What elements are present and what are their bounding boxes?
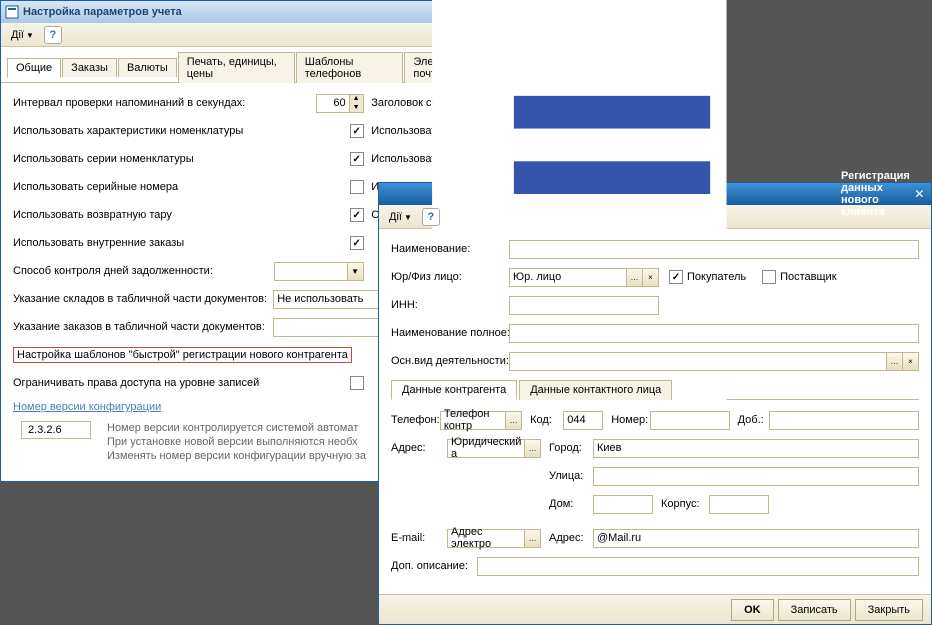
fullname-input[interactable] [509,324,919,343]
limit-access-checkbox[interactable] [350,376,364,390]
phone-type-select[interactable]: Телефон контр… [440,411,522,430]
code-label: Код: [530,414,563,426]
code-input[interactable] [563,411,603,430]
tab-general[interactable]: Общие [7,58,61,78]
clear-icon[interactable]: × [642,269,658,286]
version-notes: Номер версии контролируется системой авт… [107,421,366,463]
close-button[interactable]: ✕ [912,186,927,202]
ellipsis-icon[interactable]: … [524,440,540,457]
type-select[interactable]: Юр. лицо…× [509,268,659,287]
return-tare-label: Использовать возвратную тару [13,209,172,221]
close-button[interactable]: Закрыть [855,599,923,621]
addr-type-select[interactable]: Юридический а… [447,439,541,458]
name-label: Наименование: [391,243,509,255]
ext-label: Доб.: [738,414,769,426]
ok-button[interactable]: OK [731,599,774,621]
desc-label: Доп. описание: [391,560,477,572]
version-value: 2.3.2.6 [21,421,91,439]
spin-down[interactable]: ▼ [350,103,363,112]
use-serial-label: Использовать серийные номера [13,181,178,193]
limit-access-label: Ограничивать права доступа на уровне зап… [13,377,259,389]
orders-doc-label: Указание заказов в табличной части докум… [13,321,265,333]
warehouses-doc-label: Указание складов в табличной части докум… [13,293,267,305]
house-label: Дом: [549,498,593,510]
email-addr-label: Адрес: [549,532,593,544]
buyer-label: Покупатель [687,271,746,283]
return-tare-checkbox[interactable] [350,208,364,222]
help-button[interactable]: ? [44,26,62,44]
fullname-label: Наименование полное: [391,327,509,339]
type-label: Юр/Физ лицо: [391,271,509,283]
tab-contact-data[interactable]: Данные контактного лица [519,380,672,400]
addr-label: Адрес: [391,442,447,454]
use-char-label: Использовать характеристики номенклатуры [13,125,243,137]
use-series-label: Использовать серии номенклатуры [13,153,194,165]
save-button[interactable]: Записать [778,599,851,621]
use-char-checkbox[interactable] [350,124,364,138]
building-label: Корпус: [661,498,709,510]
ellipsis-icon[interactable]: … [626,269,642,286]
actions-menu[interactable]: Дії▼ [5,27,40,43]
ellipsis-icon[interactable]: … [524,530,540,547]
debt-control-select[interactable]: ▼ [274,262,364,281]
registration-window: Регистрация данных нового клиента ✕ Дії▼… [378,182,932,625]
desc-input[interactable] [477,557,919,576]
help-button[interactable]: ? [422,208,440,226]
actions-menu[interactable]: Дії▼ [383,209,418,225]
ext-input[interactable] [769,411,919,430]
use-series-checkbox[interactable] [350,152,364,166]
city-label: Город: [549,442,593,454]
use-serial-checkbox[interactable] [350,180,364,194]
settings-icon [5,5,19,19]
tab-contragent-data[interactable]: Данные контрагента [391,380,517,400]
template-cfg-link[interactable]: Настройка шаблонов "быстрой" регистрации… [13,347,352,363]
spin-up[interactable]: ▲ [350,95,363,104]
number-input[interactable] [650,411,730,430]
street-label: Улица: [549,470,593,482]
tab-currencies[interactable]: Валюты [118,58,177,77]
registration-title: Регистрация данных нового клиента [841,170,910,218]
clear-icon[interactable]: × [902,353,918,370]
button-bar: OK Записать Закрыть [379,594,931,624]
activity-select[interactable]: …× [509,352,919,371]
internal-orders-checkbox[interactable] [350,236,364,250]
registration-titlebar: Регистрация данных нового клиента ✕ [379,183,931,205]
number-label: Номер: [611,414,649,426]
interval-spinner[interactable]: 60 ▲▼ [316,94,364,113]
city-input[interactable] [593,439,919,458]
email-label: E-mail: [391,532,447,544]
street-input[interactable] [593,467,919,486]
ellipsis-icon[interactable]: … [886,353,902,370]
email-type-select[interactable]: Адрес электро… [447,529,541,548]
name-input[interactable] [509,240,919,259]
chevron-down-icon[interactable]: ▼ [347,263,363,280]
interval-label: Интервал проверки напоминаний в секундах… [13,97,245,109]
debt-control-label: Способ контроля дней задолженности: [13,265,213,277]
house-input[interactable] [593,495,653,514]
buyer-checkbox[interactable] [669,270,683,284]
inn-input[interactable] [509,296,659,315]
tab-print[interactable]: Печать, единицы, цены [178,52,295,83]
ellipsis-icon[interactable]: … [505,412,521,429]
internal-orders-label: Использовать внутренние заказы [13,237,184,249]
tab-orders[interactable]: Заказы [62,58,117,77]
inn-label: ИНН: [391,299,509,311]
phone-label: Телефон: [391,414,440,426]
email-addr-input[interactable] [593,529,919,548]
supplier-label: Поставщик [780,271,836,283]
activity-label: Осн.вид деятельности: [391,355,509,367]
supplier-checkbox[interactable] [762,270,776,284]
building-input[interactable] [709,495,769,514]
